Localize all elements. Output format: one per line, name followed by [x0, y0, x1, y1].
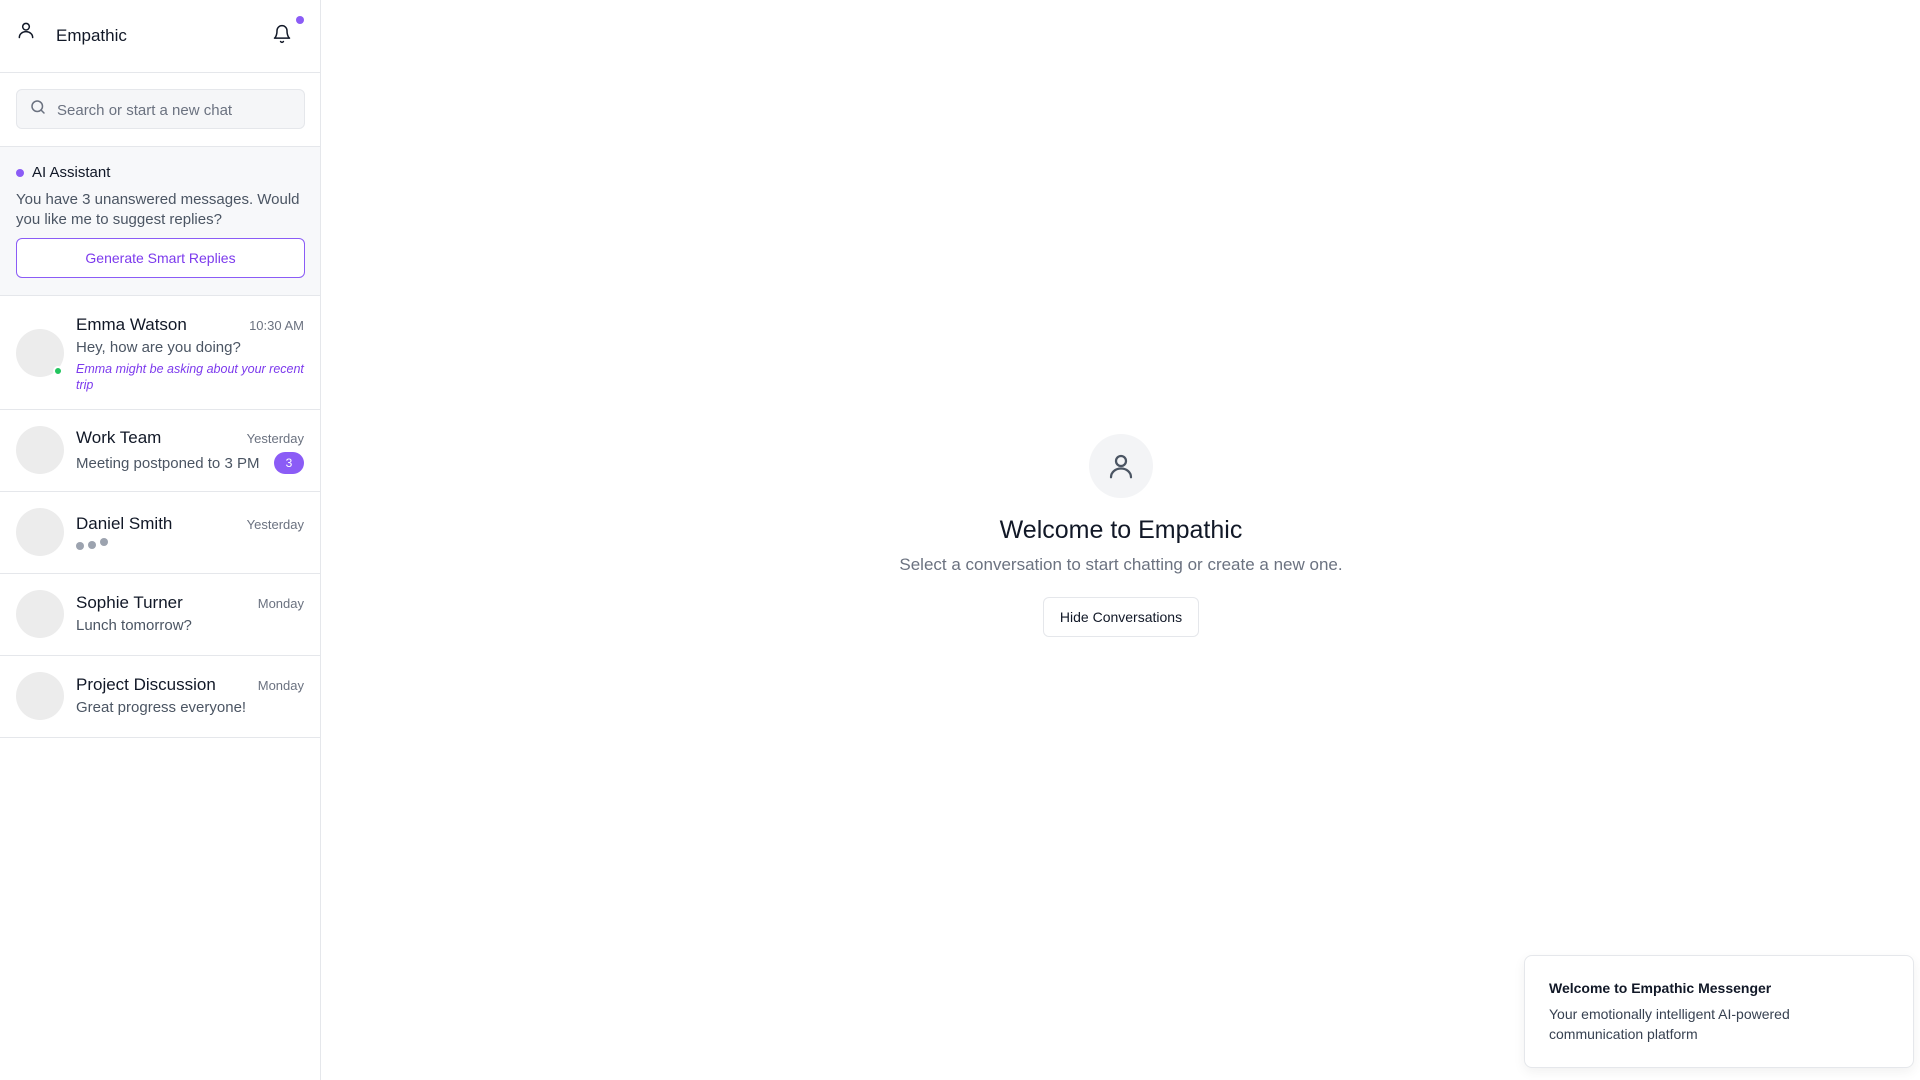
message-row: Meeting postponed to 3 PM 3	[76, 452, 304, 474]
last-message: Meeting postponed to 3 PM	[76, 454, 260, 472]
app-title: Empathic	[56, 26, 127, 45]
avatar	[16, 672, 64, 720]
conversation-item[interactable]: Daniel Smith Yesterday	[0, 492, 320, 574]
conversation-item[interactable]: Work Team Yesterday Meeting postponed to…	[0, 410, 320, 492]
contact-name: Sophie Turner	[76, 593, 183, 612]
toast-title: Welcome to Empathic Messenger	[1549, 980, 1772, 996]
contact-name: Daniel Smith	[76, 514, 173, 533]
timestamp: Yesterday	[246, 431, 304, 446]
sidebar: Empathic AI Assistant You have 3 unanswe…	[0, 0, 321, 1080]
avatar	[16, 426, 64, 474]
conversation-item[interactable]: Sophie Turner Monday Lunch tomorrow?	[0, 574, 320, 656]
conversation-header: Project Discussion Monday	[76, 675, 304, 695]
last-message: Lunch tomorrow?	[76, 617, 192, 634]
typing-dot	[100, 538, 108, 546]
conversation-header: Work Team Yesterday	[76, 428, 304, 448]
ai-assistant-title: AI Assistant	[32, 164, 111, 181]
welcome-section: Welcome to Empathic Select a conversatio…	[322, 434, 1920, 637]
ai-assistant-message: You have 3 unanswered messages. Would yo…	[16, 191, 300, 228]
notifications-button[interactable]	[272, 24, 296, 48]
last-message: Great progress everyone!	[76, 699, 247, 716]
avatar	[16, 508, 64, 556]
hide-conversations-button[interactable]: Hide Conversations	[1042, 597, 1200, 637]
conversation-header: Sophie Turner Monday	[76, 593, 304, 613]
timestamp: Yesterday	[246, 517, 304, 532]
ai-assistant-header: AI Assistant	[16, 164, 304, 181]
search-box	[16, 89, 305, 129]
avatar	[16, 590, 64, 638]
search-section	[0, 73, 320, 147]
search-icon	[31, 100, 45, 114]
sidebar-header: Empathic	[0, 0, 320, 73]
conversation-header: Emma Watson 10:30 AM	[76, 315, 304, 335]
ai-status-dot	[16, 168, 24, 177]
conversation-item[interactable]: Project Discussion Monday Great progress…	[0, 656, 320, 738]
conversation-item[interactable]: Emma Watson 10:30 AM Hey, how are you do…	[0, 296, 320, 410]
typing-indicator	[76, 538, 304, 550]
user-icon[interactable]	[16, 20, 36, 40]
generate-smart-replies-button[interactable]: Generate Smart Replies	[16, 238, 305, 278]
notification-dot	[296, 16, 304, 24]
typing-dot	[88, 541, 96, 549]
ai-hint: Emma might be asking about your recent t…	[76, 362, 304, 392]
welcome-subtitle: Select a conversation to start chatting …	[899, 555, 1343, 574]
timestamp: 10:30 AM	[249, 318, 304, 333]
conversation-header: Daniel Smith Yesterday	[76, 514, 304, 534]
welcome-title: Welcome to Empathic	[999, 516, 1243, 544]
toast-body: Your emotionally intelligent AI-powered …	[1549, 1006, 1790, 1042]
unread-badge: 3	[274, 452, 304, 474]
contact-name: Emma Watson	[76, 315, 187, 334]
user-icon	[1109, 454, 1133, 479]
main-panel: Welcome to Empathic Select a conversatio…	[322, 0, 1920, 1080]
ai-assistant-panel: AI Assistant You have 3 unanswered messa…	[0, 147, 320, 296]
typing-dot	[76, 542, 84, 550]
timestamp: Monday	[257, 596, 304, 611]
bell-icon	[273, 24, 291, 44]
contact-name: Work Team	[76, 428, 162, 447]
timestamp: Monday	[257, 678, 304, 693]
welcome-avatar	[1089, 434, 1153, 498]
search-input[interactable]	[57, 101, 287, 119]
last-message: Hey, how are you doing?	[76, 339, 241, 356]
contact-name: Project Discussion	[76, 675, 216, 694]
welcome-toast: Welcome to Empathic Messenger Your emoti…	[1524, 955, 1914, 1068]
online-indicator	[53, 366, 63, 376]
